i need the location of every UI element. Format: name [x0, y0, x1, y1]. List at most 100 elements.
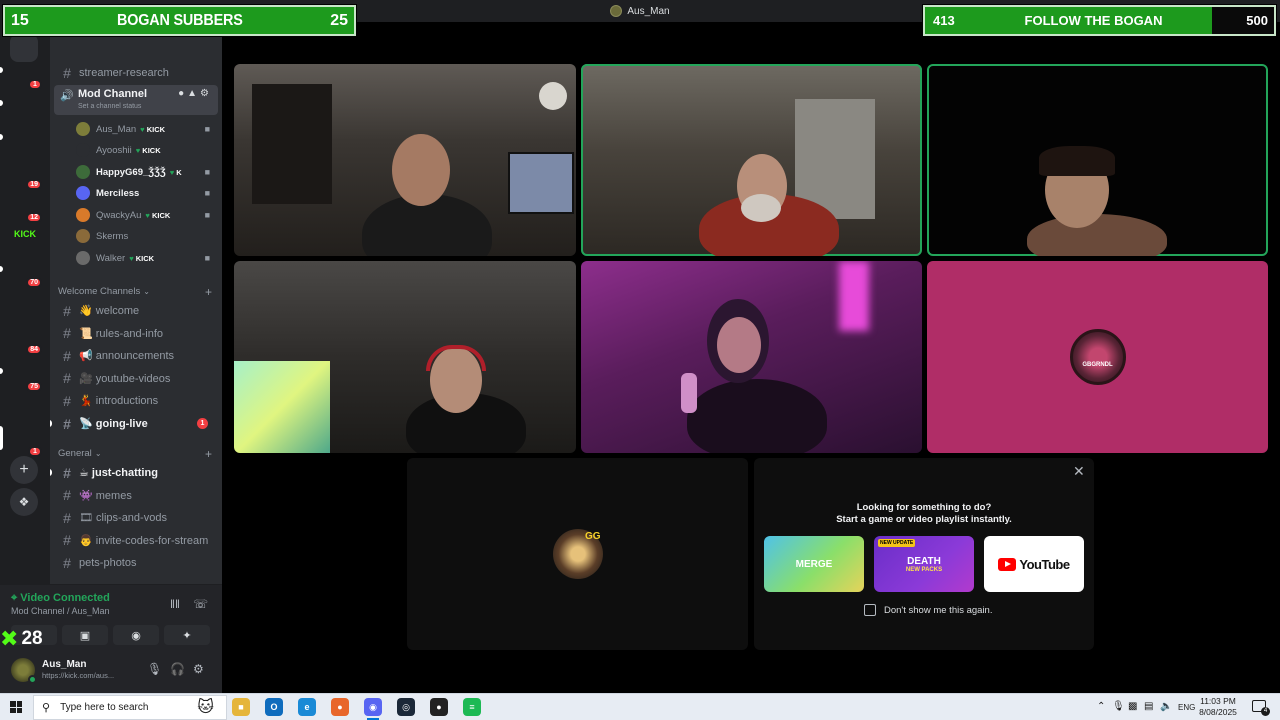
video-tile-2[interactable] — [581, 64, 922, 256]
taskbar-clock[interactable]: 11:03 PM 8/08/2025 — [1196, 696, 1240, 718]
clock-date: 8/08/2025 — [1199, 707, 1237, 717]
edge-icon[interactable]: e — [298, 698, 316, 716]
network-icon[interactable]: ▩ — [1128, 701, 1137, 712]
obs-icon[interactable]: ● — [430, 698, 448, 716]
add-server-icon[interactable]: + — [10, 456, 38, 484]
volume-icon[interactable]: 🔈 — [1160, 701, 1172, 712]
chevron-down-icon: ⌄ — [94, 449, 102, 458]
member-name: Ayooshii — [96, 144, 132, 156]
category-general[interactable]: General ⌄ + — [58, 447, 218, 461]
channel-item[interactable]: # pets-photos — [54, 552, 218, 573]
server-icon-1[interactable]: 1 — [10, 58, 42, 90]
server-icon-9[interactable]: 84 — [10, 323, 42, 355]
spotify-icon[interactable]: ≡ — [463, 698, 481, 716]
voice-channel-tools[interactable]: ●▲⚙ — [178, 88, 212, 99]
taskbar-search[interactable]: ⚲ Type here to search 🐱 — [33, 695, 227, 720]
dont-show-checkbox[interactable] — [864, 604, 876, 616]
compass-icon[interactable]: ❖ — [10, 488, 38, 516]
voice-member[interactable]: Ayooshii ♥ KICK — [76, 140, 216, 160]
channel-item[interactable]: # 🎞 clips-and-vods — [54, 507, 218, 528]
discord-icon[interactable]: ◉ — [364, 698, 382, 720]
video-tile-3[interactable] — [927, 64, 1268, 256]
channel-item[interactable]: # 💃 introductions — [54, 390, 218, 411]
activity-card-label: MERGE — [795, 558, 833, 570]
activity-card-death[interactable]: NEW UPDATE DEATH NEW PACKS — [874, 536, 974, 592]
add-channel-icon[interactable]: + — [205, 447, 212, 461]
window-title: Aus_Man — [627, 5, 670, 17]
notification-icon[interactable]: 4 — [1252, 700, 1270, 716]
channel-item[interactable]: # 📢 announcements — [54, 345, 218, 366]
kick-badge: ♥ KICK — [140, 125, 165, 134]
noise-suppression-icon[interactable]: ‖‖ — [170, 597, 180, 611]
channel-streamer-research[interactable]: # streamer-research — [54, 62, 218, 83]
voice-member[interactable]: Walker ♥ KICK ■ — [76, 248, 216, 268]
server-icon-10[interactable]: 75 — [10, 360, 42, 392]
camera-icon: ■ — [204, 210, 210, 220]
video-tile-1[interactable] — [234, 64, 576, 256]
voice-member[interactable]: HappyG69_ǮǮǮ ♥ K ■ — [76, 162, 216, 182]
voice-member[interactable]: Aus_Man ♥ KICK ■ — [76, 119, 216, 139]
soundboard-button[interactable]: ✦ — [164, 625, 210, 645]
kick-server-icon[interactable]: KICK — [11, 229, 39, 239]
chevron-up-icon[interactable]: ⌃ — [1097, 701, 1105, 712]
server-icon-3[interactable] — [10, 125, 38, 153]
windows-taskbar: ⚲ Type here to search 🐱 ■ Oe ● ◉ ◎ ● ≡ ⌃ 🎙 ▩ ▤… — [0, 693, 1280, 720]
channel-item[interactable]: # 👨 invite-codes-for-stream — [54, 530, 218, 551]
video-tile-6[interactable]: GBGRNDL — [927, 261, 1268, 453]
search-icon: ⚲ — [42, 702, 51, 714]
windows-start-icon[interactable] — [10, 701, 22, 713]
user-name[interactable]: Aus_Man — [42, 659, 86, 670]
disconnect-icon[interactable]: ☏ — [193, 597, 208, 611]
avatar[interactable] — [11, 658, 37, 684]
activities-button[interactable]: ◉ — [113, 625, 159, 645]
server-icon-4[interactable]: 19 — [10, 158, 42, 190]
server-icon-11[interactable] — [10, 393, 38, 421]
server-icon-current[interactable]: 1 — [10, 425, 42, 457]
add-channel-icon[interactable]: + — [205, 285, 212, 299]
avatar: GG — [552, 529, 603, 579]
voice-member[interactable]: QwackyAu ♥ KICK ■ — [76, 205, 216, 225]
headphones-icon[interactable]: 🎧 — [170, 662, 185, 676]
server-icon-7[interactable]: 70 — [10, 256, 42, 288]
microphone-icon[interactable]: 🎙 — [1112, 701, 1125, 712]
close-icon[interactable]: ✕ — [1073, 463, 1085, 480]
gear-icon[interactable]: ⚙ — [193, 662, 204, 676]
kick-badge: ♥ KICK — [136, 146, 161, 155]
video-tile-7[interactable]: GG — [407, 458, 748, 650]
voice-member[interactable]: Merciless ■ — [76, 183, 216, 203]
hash-icon: # — [63, 487, 71, 504]
channel-item[interactable]: # ☕ just-chatting — [50, 462, 218, 483]
voice-channel-mod[interactable]: 🔊 Mod Channel Set a channel status ●▲⚙ — [54, 85, 218, 115]
channel-sidebar: Aus_Man ⌄ # streamer-research 🔊 Mod Chan… — [50, 22, 222, 584]
activity-card-youtube[interactable]: YouTube — [984, 536, 1084, 592]
follow-target: 500 — [1212, 7, 1274, 34]
activity-card-merge[interactable]: MERGE — [764, 536, 864, 592]
dont-show-label[interactable]: Don't show me this again. — [884, 605, 992, 616]
channel-item[interactable]: # 📜 rules-and-info — [54, 323, 218, 344]
server-badge: 1 — [28, 446, 42, 457]
wifi-icon[interactable]: ▤ — [1144, 701, 1153, 712]
screen-share-button[interactable]: ▣ — [62, 625, 108, 645]
microphone-icon[interactable]: 🎙 — [147, 662, 162, 676]
firefox-icon[interactable]: ● — [331, 698, 349, 716]
server-icon-5[interactable]: 12 — [10, 191, 42, 223]
file-explorer-icon[interactable]: ■ — [232, 698, 250, 716]
server-icon-8[interactable] — [10, 290, 38, 318]
avatar — [76, 122, 90, 136]
member-name: Aus_Man — [96, 123, 137, 135]
channel-item[interactable]: # 👋 welcome — [54, 300, 218, 321]
server-icon-2[interactable] — [10, 91, 38, 119]
outlook-icon[interactable]: O — [265, 698, 283, 716]
voice-channel-status[interactable]: Set a channel status — [78, 103, 141, 110]
video-tile-5[interactable] — [581, 261, 922, 453]
microphone — [681, 373, 697, 413]
steam-icon[interactable]: ◎ — [397, 698, 415, 716]
channel-item[interactable]: # 👾 memes — [54, 485, 218, 506]
language-indicator[interactable]: ENG — [1178, 703, 1195, 712]
channel-item[interactable]: # 📡 going-live 1 — [50, 413, 218, 434]
voice-member[interactable]: Skerms — [76, 226, 216, 246]
channel-label: 📡 going-live — [79, 418, 148, 430]
category-welcome[interactable]: Welcome Channels ⌄ + — [58, 285, 218, 299]
channel-item[interactable]: # 🎥 youtube-videos — [54, 368, 218, 389]
video-tile-4[interactable] — [234, 261, 576, 453]
